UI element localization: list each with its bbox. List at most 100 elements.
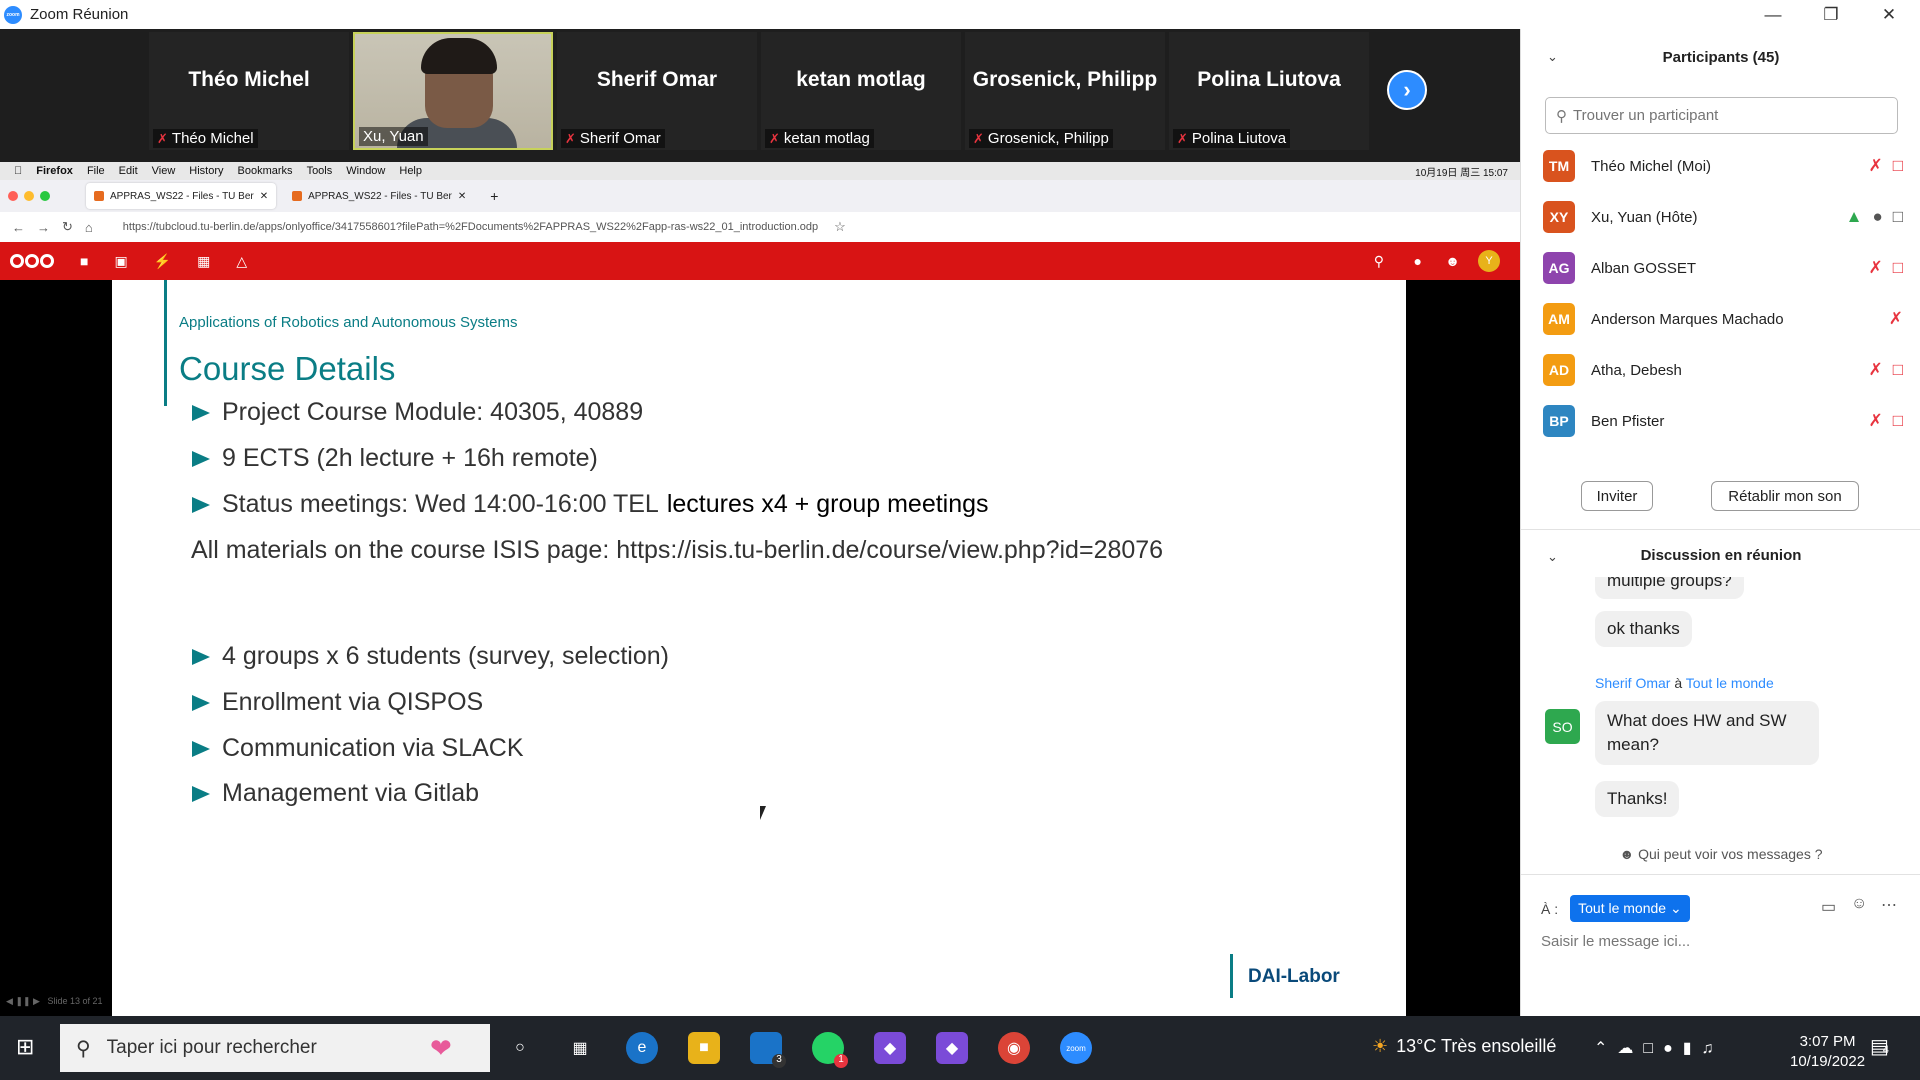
menu-view[interactable]: View [152,165,176,177]
mac-zoom-icon[interactable] [40,191,50,201]
obsidian-2-icon[interactable]: ◆ [936,1032,968,1064]
participant-row[interactable]: AD Atha, Debesh ✗ □ [1543,350,1903,390]
maximize-button[interactable]: ❐ [1802,0,1860,29]
notification-center-icon[interactable]: ▤4 [1870,1034,1889,1059]
announcements-icon[interactable]: △ [236,253,247,270]
participant-row[interactable]: AM Anderson Marques Machado ✗ [1543,299,1903,339]
file-explorer-icon[interactable]: ■ [688,1032,720,1064]
video-tile-polina[interactable]: Polina Liutova ✗ Polina Liutova [1169,32,1369,150]
emoji-icon[interactable]: ☺ [1851,895,1867,913]
video-icon[interactable]: □ [1893,207,1903,227]
mic-muted-icon[interactable]: ✗ [1889,309,1903,329]
chat-message-input[interactable]: Saisir le message ici... [1541,933,1690,950]
mac-close-icon[interactable] [8,191,18,201]
reload-icon[interactable]: ↻ [62,219,73,235]
menu-file[interactable]: File [87,165,105,177]
mic-muted-icon[interactable]: ✗ [1868,360,1882,380]
recipient-dropdown[interactable]: Tout le monde ⌄ [1570,895,1690,922]
notifications-icon[interactable]: ● [1414,253,1422,269]
participant-name: Atha, Debesh [1591,361,1682,379]
user-avatar[interactable]: Y [1478,250,1500,272]
participant-row[interactable]: TM Théo Michel (Moi) ✗ □ [1543,146,1903,186]
photos-icon[interactable]: ▣ [114,253,127,270]
video-tile-grosenick[interactable]: Grosenick, Philipp ✗ Grosenick, Philipp [965,32,1165,150]
video-off-icon[interactable]: □ [1893,411,1903,431]
new-tab-icon[interactable]: + [482,183,506,209]
taskbar-clock[interactable]: 3:07 PM 10/19/2022 [1790,1032,1865,1072]
mic-icon[interactable]: ● [1872,207,1882,227]
mail-icon[interactable]: 3 [750,1032,786,1068]
menu-history[interactable]: History [189,165,223,177]
cortana-icon[interactable]: ○ [504,1032,536,1064]
slide-prev-icon[interactable]: ◀ [6,996,13,1006]
unmute-button[interactable]: Rétablir mon son [1711,481,1859,511]
tab-close-icon[interactable]: ✕ [260,191,268,202]
avatar: AM [1543,303,1575,335]
video-tile-sherif[interactable]: Sherif Omar ✗ Sherif Omar [557,32,757,150]
mic-muted-icon[interactable]: ✗ [1868,156,1882,176]
browser-tab-2[interactable]: APPRAS_WS22 - Files - TU Ber ✕ [284,183,474,209]
activity-icon[interactable]: ⚡ [154,253,171,270]
system-tray[interactable]: ⌃☁□●▮♫ [1594,1038,1724,1058]
slide-next-icon[interactable]: ▶ [33,996,40,1006]
divider [1521,529,1920,530]
menu-bookmarks[interactable]: Bookmarks [238,165,293,177]
avatar: XY [1543,201,1575,233]
bookmark-star-icon[interactable]: ☆ [834,219,846,235]
close-button[interactable]: ✕ [1860,0,1918,29]
video-tile-ketan[interactable]: ketan motlag ✗ ketan motlag [761,32,961,150]
menu-tools[interactable]: Tools [307,165,333,177]
next-page-arrow-icon[interactable]: › [1387,70,1427,110]
participant-row[interactable]: AG Alban GOSSET ✗ □ [1543,248,1903,288]
more-icon[interactable]: ⋯ [1881,895,1897,915]
deck-icon[interactable]: ▦ [197,253,210,270]
chrome-icon[interactable]: ◉ [998,1032,1030,1064]
url-field[interactable]: https://tubcloud.tu-berlin.de/apps/onlyo… [123,221,818,233]
menu-edit[interactable]: Edit [119,165,138,177]
participant-row[interactable]: XY Xu, Yuan (Hôte) ▲ ● □ [1543,197,1903,237]
menu-help[interactable]: Help [399,165,422,177]
home-icon[interactable]: ⌂ [85,220,93,235]
zoom-logo-icon: zoom [4,5,22,24]
video-off-icon[interactable]: □ [1893,258,1903,278]
contacts-icon[interactable]: ☻ [1445,253,1460,269]
slide-status-extra: lectures x4 + group meetings [666,490,989,518]
slide-bullet: Management via Gitlab [192,779,479,808]
footer-accent-bar [1230,954,1233,998]
browser-tab-1[interactable]: APPRAS_WS22 - Files - TU Ber ✕ [86,183,277,209]
menu-window[interactable]: Window [346,165,385,177]
task-view-icon[interactable]: ▦ [564,1032,596,1064]
files-icon[interactable]: ■ [80,253,88,269]
avatar: SO [1545,709,1580,744]
participant-search-input[interactable] [1573,107,1873,124]
file-icon[interactable]: ▭ [1821,897,1836,917]
zoom-icon[interactable]: zoom [1060,1032,1092,1064]
whatsapp-icon[interactable]: 1 [812,1032,848,1068]
video-tile-theo[interactable]: Théo Michel ✗ Théo Michel [149,32,349,150]
mic-muted-icon[interactable]: ✗ [1868,258,1882,278]
mac-minimize-icon[interactable] [24,191,34,201]
video-off-icon[interactable]: □ [1893,360,1903,380]
weather-widget[interactable]: ☀ 13°C Très ensoleillé [1372,1036,1556,1057]
participant-row[interactable]: BP Ben Pfister ✗ □ [1543,401,1903,441]
who-can-see-link[interactable]: ☻ Qui peut voir vos messages ? [1521,846,1920,862]
slide-pause-icon[interactable]: ❚❚ [15,996,30,1006]
invite-button[interactable]: Inviter [1581,481,1653,511]
back-icon[interactable]: ← [12,220,25,235]
obsidian-icon[interactable]: ◆ [874,1032,906,1064]
nextcloud-logo-icon[interactable] [10,254,54,268]
edge-icon[interactable]: e [626,1032,658,1064]
taskbar-search[interactable]: ⚲ Taper ici pour rechercher ❤ [60,1024,490,1072]
menu-firefox[interactable]: Firefox [36,165,73,177]
video-tile-xu-yuan[interactable]: Xu, Yuan [353,32,553,150]
forward-icon[interactable]: → [37,220,50,235]
slide-controls[interactable]: ◀ ❚❚ ▶ Slide 13 of 21 [6,996,103,1007]
video-off-icon[interactable]: □ [1893,156,1903,176]
mic-muted-icon: ✗ [769,130,780,146]
minimize-button[interactable]: — [1744,0,1802,29]
mic-muted-icon[interactable]: ✗ [1868,411,1882,431]
tab-close-icon[interactable]: ✕ [458,191,466,202]
windows-start-icon[interactable]: ⊞ [16,1034,34,1060]
search-icon[interactable]: ⚲ [1374,253,1384,270]
participant-search[interactable]: ⚲ [1545,97,1898,134]
